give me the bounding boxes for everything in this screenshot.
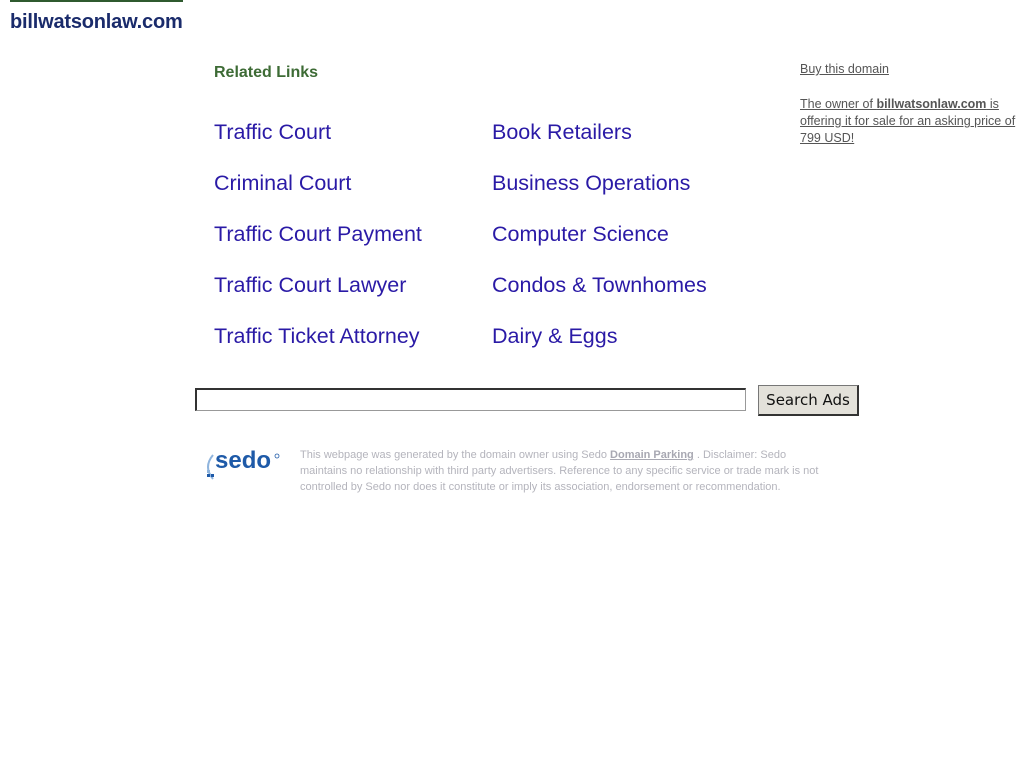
search-input[interactable] xyxy=(195,388,746,411)
owner-prefix: The owner of xyxy=(800,97,877,111)
related-link[interactable]: Traffic Court xyxy=(214,118,422,169)
domain-parking-link[interactable]: Domain Parking xyxy=(610,449,694,461)
related-link[interactable]: Book Retailers xyxy=(492,118,707,169)
related-links-right-column: Book Retailers Business Operations Compu… xyxy=(492,118,707,373)
related-link[interactable]: Criminal Court xyxy=(214,169,422,220)
page: billwatsonlaw.com Related Links Traffic … xyxy=(0,0,1024,768)
related-link[interactable]: Dairy & Eggs xyxy=(492,322,707,373)
related-link[interactable]: Computer Science xyxy=(492,220,707,271)
related-link[interactable]: Condos & Townhomes xyxy=(492,271,707,322)
owner-domain: billwatsonlaw.com xyxy=(876,97,987,111)
related-link[interactable]: Traffic Court Lawyer xyxy=(214,271,422,322)
related-links-heading: Related Links xyxy=(214,64,319,81)
sedo-logo-icon: sedo xyxy=(207,447,280,480)
footer-text-before: This webpage was generated by the domain… xyxy=(300,449,611,461)
sidebar: Buy this domain The owner of billwatsonl… xyxy=(800,62,1020,147)
search-bar: Search Ads xyxy=(195,385,865,417)
related-link[interactable]: Traffic Ticket Attorney xyxy=(214,322,422,373)
footer-disclaimer: sedo This webpage was generated by the d… xyxy=(205,447,835,495)
related-link[interactable]: Business Operations xyxy=(492,169,707,220)
domain-title: billwatsonlaw.com xyxy=(10,0,183,34)
search-ads-button[interactable]: Search Ads xyxy=(758,385,859,416)
domain-sale-notice-link[interactable]: The owner of billwatsonlaw.com is offeri… xyxy=(800,97,1015,145)
related-link[interactable]: Traffic Court Payment xyxy=(214,220,422,271)
sedo-logo-text: sedo xyxy=(215,447,271,474)
buy-domain-link[interactable]: Buy this domain xyxy=(800,62,1020,76)
related-links-left-column: Traffic Court Criminal Court Traffic Cou… xyxy=(214,118,422,373)
sedo-logo[interactable]: sedo xyxy=(205,447,295,487)
